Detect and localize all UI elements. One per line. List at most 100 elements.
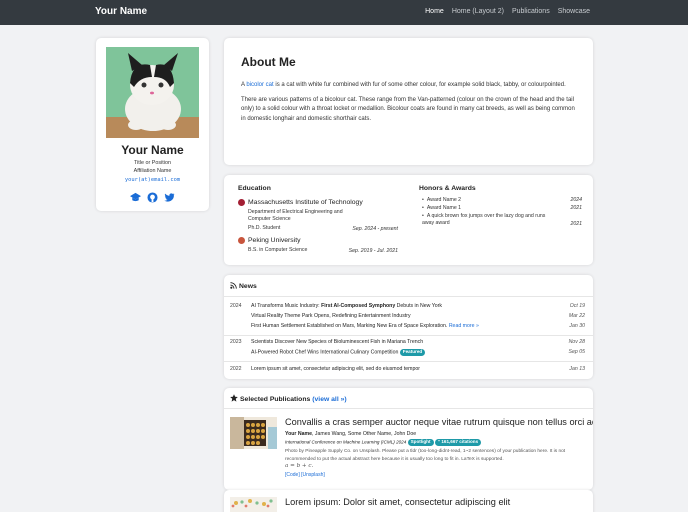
publications-card: Selected Publications (view all ») Conva…: [224, 388, 593, 490]
publications-header: Selected Publications (view all »): [230, 394, 347, 404]
social-links: [96, 190, 209, 203]
mit-logo-icon: [238, 199, 245, 206]
news-date: Oct 19: [569, 303, 585, 309]
news-text: Scientists Discover New Species of Biolu…: [251, 339, 424, 345]
honor-year: 2024: [570, 197, 582, 203]
news-item: Virtual Reality Theme Park Opens, Redefi…: [224, 313, 593, 321]
divider: [224, 408, 593, 409]
publication-title[interactable]: Convallis a cras semper auctor neque vit…: [285, 417, 593, 427]
about-paragraph-1: A bicolor cat is a cat with white fur co…: [241, 81, 576, 90]
news-item: 2023 Scientists Discover New Species of …: [224, 339, 593, 347]
school-name: Massachusetts Institute of Technology: [248, 199, 363, 206]
school-dept: B.S. in Computer Science: [248, 247, 308, 253]
education-heading: Education: [238, 185, 271, 192]
about-heading: About Me: [241, 55, 296, 69]
nav-showcase[interactable]: Showcase: [558, 8, 590, 15]
school-mit: Massachusetts Institute of Technology: [238, 199, 363, 206]
news-year: 2023: [230, 339, 242, 345]
education-card: Education Massachusetts Institute of Tec…: [224, 175, 593, 265]
honor-year: 2021: [570, 221, 582, 227]
publication-venue: International Conference on Machine Lear…: [285, 439, 482, 446]
honors-heading: Honors & Awards: [419, 185, 476, 192]
profile-email[interactable]: your(at)email.com: [96, 177, 209, 183]
news-text-part: Debuts in New York: [395, 303, 442, 309]
news-date: Sep 05: [568, 349, 585, 355]
news-header: News: [230, 282, 257, 291]
pku-logo-icon: [238, 237, 245, 244]
publication-thumbnail[interactable]: [230, 417, 277, 449]
publication-description: Photo by Pineapple Supply Co. on Unsplas…: [285, 448, 585, 471]
publications-heading: Selected Publications: [240, 395, 311, 403]
authors-rest: , James Wang, Some Other Name, John Doe: [312, 431, 417, 437]
quote-icon: “: [437, 439, 441, 444]
news-text: Virtual Reality Theme Park Opens, Redefi…: [251, 313, 411, 319]
about-p1-rest: is a cat with white fur combined with fu…: [273, 82, 566, 88]
brand-link[interactable]: Your Name: [95, 6, 147, 17]
publication-title[interactable]: Lorem ipsum: Dolor sit amet, consectetur…: [285, 497, 510, 507]
publication-formula: a = b + c.: [285, 463, 314, 470]
view-all-link[interactable]: (view all »): [312, 396, 346, 403]
bicolor-cat-link[interactable]: bicolor cat: [246, 82, 273, 88]
news-year: 2024: [230, 303, 242, 309]
news-text: AI Transforms Music Industry: First AI-C…: [251, 303, 442, 309]
view-all-label: view all: [314, 395, 339, 403]
news-heading: News: [239, 283, 257, 290]
divider: [224, 296, 593, 297]
citations-badge[interactable]: “ 161,667 citations: [434, 439, 482, 446]
honor-title: Award Name 2: [422, 197, 461, 203]
divider: [224, 361, 593, 362]
publication-thumbnail[interactable]: [230, 497, 277, 512]
double-chevron-right-icon: »: [475, 323, 479, 329]
news-text: Lorem ipsum sit amet, consectetur adipis…: [251, 366, 420, 372]
profile-affiliation: Affiliation Name: [133, 168, 172, 174]
author-me: Your Name: [285, 431, 313, 437]
school-dates: Sep. 2024 - present: [352, 226, 398, 232]
honor-title: A quick brown fox jumps over the lazy do…: [422, 213, 552, 227]
honor-item: Award Name 2 2024: [422, 197, 582, 203]
honor-item: Award Name 1 2021: [422, 205, 582, 211]
news-date: Jan 30: [569, 323, 585, 329]
news-text-part: AI-Powered Robot Chef Wins International…: [251, 349, 399, 356]
read-more-link[interactable]: Read more »: [449, 323, 479, 329]
school-pku: Peking University: [238, 237, 301, 244]
honor-year: 2021: [570, 205, 582, 211]
honor-title: Award Name 1: [422, 205, 461, 211]
nav-home[interactable]: Home: [425, 8, 444, 15]
publication-links[interactable]: [Code] [Unsplash]: [285, 472, 325, 478]
school-dates: Sep. 2019 - Jul. 2021: [348, 248, 398, 254]
rss-icon: [230, 282, 237, 291]
news-text-bold: First AI-Composed Symphony: [321, 303, 396, 309]
citations-count: 161,667 citations: [441, 439, 479, 444]
read-more-label: Read more: [448, 323, 475, 329]
news-item: AI-Powered Robot Chef Wins International…: [224, 349, 593, 357]
profile-title: Title or Position: [134, 160, 171, 166]
profile-name: Your Name: [121, 143, 184, 157]
news-text-part: AI Transforms Music Industry:: [251, 303, 322, 309]
news-date: Jan 13: [569, 366, 585, 372]
star-icon: [230, 394, 238, 404]
publication-authors: Your Name, James Wang, Some Other Name, …: [285, 431, 416, 437]
about-card: About Me A bicolor cat is a cat with whi…: [224, 38, 593, 165]
profile-card: Your Name Title or Position Affiliation …: [96, 38, 209, 211]
publication-tldr: Photo by Pineapple Supply Co. on Unsplas…: [285, 449, 566, 462]
about-paragraph-2: There are various patterns of a bicolour…: [241, 97, 575, 122]
publication-card-2: Lorem ipsum: Dolor sit amet, consectetur…: [224, 490, 593, 512]
featured-badge: Featured: [399, 349, 426, 356]
divider: [224, 335, 593, 336]
news-item: 2022 Lorem ipsum sit amet, consectetur a…: [224, 366, 593, 374]
honor-item: A quick brown fox jumps over the lazy do…: [422, 213, 582, 227]
navbar: Your Name Home Home (Layout 2) Publicati…: [0, 0, 688, 25]
github-icon[interactable]: [147, 190, 158, 203]
twitter-icon[interactable]: [164, 190, 175, 202]
news-text-part: First Human Settlement Established on Ma…: [251, 323, 448, 329]
nav-home-layout-2[interactable]: Home (Layout 2): [452, 8, 504, 15]
news-date: Nov 28: [568, 339, 585, 345]
honors-list: Award Name 2 2024 Award Name 1 2021 A quic…: [422, 197, 582, 229]
news-text: AI-Powered Robot Chef Wins International…: [251, 349, 426, 356]
graduation-cap-icon[interactable]: [130, 190, 141, 202]
double-chevron-right-icon: »: [340, 395, 345, 403]
news-item: First Human Settlement Established on Ma…: [224, 323, 593, 331]
nav-publications[interactable]: Publications: [512, 8, 550, 15]
spotlight-badge: Spotlight: [407, 439, 434, 446]
school-name: Peking University: [248, 237, 301, 244]
